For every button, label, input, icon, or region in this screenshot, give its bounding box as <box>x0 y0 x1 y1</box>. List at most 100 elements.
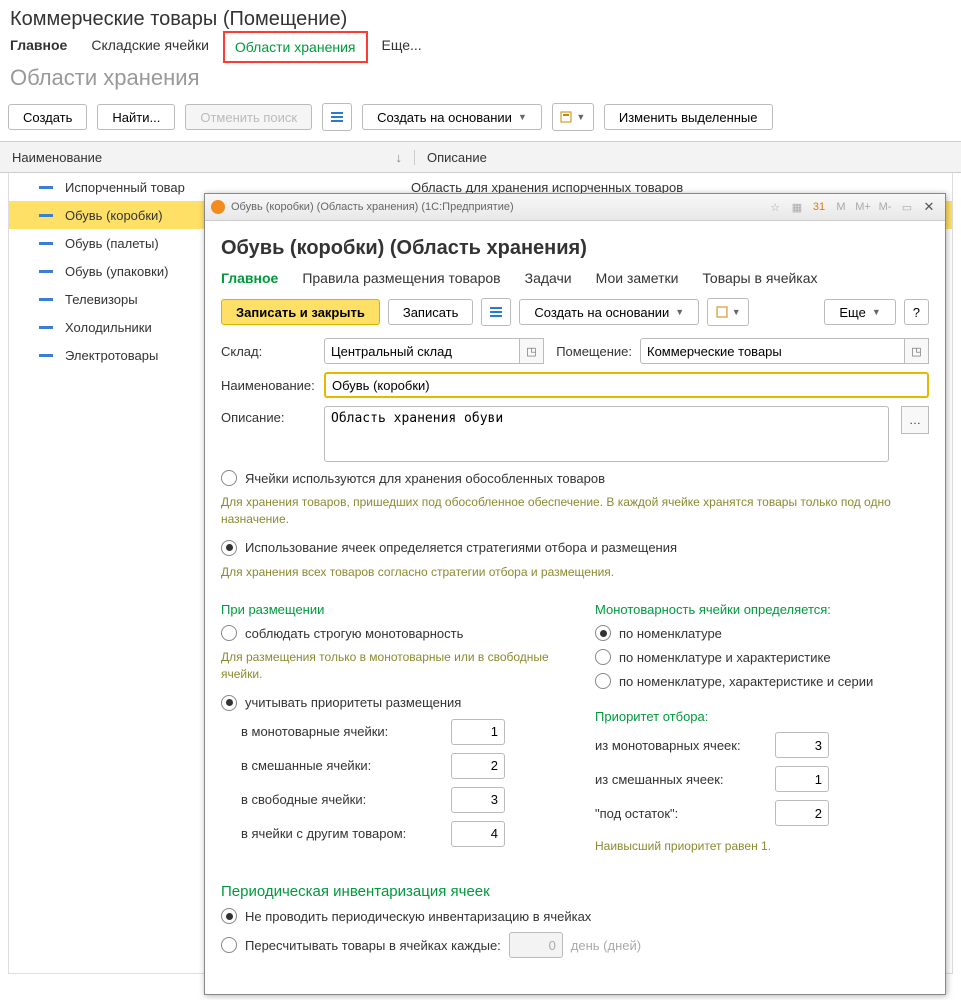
radio-isolated[interactable]: Ячейки используются для хранения обособл… <box>221 470 929 486</box>
radio-icon <box>221 540 237 556</box>
open-warehouse-icon[interactable]: ◳ <box>520 338 544 364</box>
cancel-search-button[interactable]: Отменить поиск <box>185 104 312 130</box>
grid-icon[interactable]: ▦ <box>787 197 807 217</box>
radio-no-inventory[interactable]: Не проводить периодическую инвентаризаци… <box>221 908 929 924</box>
list-icon[interactable] <box>481 298 511 326</box>
dtab-notes[interactable]: Мои заметки <box>596 270 679 286</box>
warehouse-input[interactable] <box>324 338 520 364</box>
pick-note: Наивысший приоритет равен 1. <box>595 838 929 855</box>
dtab-goods[interactable]: Товары в ячейках <box>702 270 817 286</box>
report-icon[interactable]: ▼ <box>552 103 594 131</box>
tab-main[interactable]: Главное <box>10 37 67 57</box>
tab-cells[interactable]: Складские ячейки <box>91 37 209 57</box>
pick-remainder-input[interactable] <box>775 800 829 826</box>
dialog-toolbar: Записать и закрыть Записать Создать на о… <box>221 298 929 326</box>
create-button[interactable]: Создать <box>8 104 87 130</box>
more-button[interactable]: Еще▼ <box>824 299 895 325</box>
prio-mono-input[interactable] <box>451 719 505 745</box>
report-icon[interactable]: ▼ <box>707 298 749 326</box>
dialog-titlebar[interactable]: Обувь (коробки) (Область хранения) (1С:П… <box>205 194 945 221</box>
th-name[interactable]: Наименование↓ <box>0 150 415 165</box>
desc-expand-button[interactable]: … <box>901 406 929 434</box>
placement-head: При размещении <box>221 602 555 617</box>
item-icon <box>39 214 53 217</box>
save-close-button[interactable]: Записать и закрыть <box>221 299 380 325</box>
pick-mixed-input[interactable] <box>775 766 829 792</box>
th-desc[interactable]: Описание <box>415 150 499 165</box>
storage-area-dialog: Обувь (коробки) (Область хранения) (1С:П… <box>204 193 946 995</box>
item-icon <box>39 354 53 357</box>
radio-icon <box>595 625 611 641</box>
pick-remainder-label: "под остаток": <box>595 806 765 821</box>
change-selected-button[interactable]: Изменить выделенные <box>604 104 773 130</box>
item-icon <box>39 270 53 273</box>
radio-icon <box>221 470 237 486</box>
note-strict-mono: Для размещения только в монотоварные или… <box>221 649 555 683</box>
prio-free-input[interactable] <box>451 787 505 813</box>
radio-recount[interactable]: Пересчитывать товары в ячейках каждые: д… <box>221 932 929 958</box>
radio-icon <box>221 908 237 924</box>
prio-mixed-input[interactable] <box>451 753 505 779</box>
desc-input[interactable] <box>324 406 889 462</box>
radio-icon <box>595 649 611 665</box>
note-strategy: Для хранения всех товаров согласно страт… <box>221 564 929 581</box>
radio-strict-mono[interactable]: соблюдать строгую монотоварность <box>221 625 555 641</box>
memory-mminus-icon[interactable]: M- <box>875 197 895 217</box>
radio-mono-nomchar[interactable]: по номенклатуре и характеристике <box>595 649 929 665</box>
room-input[interactable] <box>640 338 905 364</box>
name-input[interactable] <box>324 372 929 398</box>
warehouse-label: Склад: <box>221 344 316 359</box>
item-icon <box>39 186 53 189</box>
radio-icon <box>221 625 237 641</box>
tab-more[interactable]: Еще... <box>382 37 422 57</box>
mono-head: Монотоварность ячейки определяется: <box>595 602 929 617</box>
memory-mplus-icon[interactable]: M+ <box>853 197 873 217</box>
main-toolbar: Создать Найти... Отменить поиск Создать … <box>0 99 961 141</box>
dtab-tasks[interactable]: Задачи <box>525 270 572 286</box>
table-header: Наименование↓ Описание <box>0 141 961 173</box>
radio-icon <box>221 695 237 711</box>
star-icon[interactable]: ☆ <box>765 197 785 217</box>
dialog-tabs: Главное Правила размещения товаров Задач… <box>221 270 929 286</box>
sort-arrow-icon: ↓ <box>396 150 403 165</box>
prio-other-label: в ячейки с другим товаром: <box>221 826 441 841</box>
note-isolated: Для хранения товаров, пришедших под обос… <box>221 494 929 528</box>
dtab-rules[interactable]: Правила размещения товаров <box>302 270 500 286</box>
prio-other-input[interactable] <box>451 821 505 847</box>
create-based-button[interactable]: Создать на основании▼ <box>362 104 542 130</box>
room-label: Помещение: <box>552 344 632 359</box>
calendar-icon[interactable]: 31 <box>809 197 829 217</box>
radio-mono-nomcharseries[interactable]: по номенклатуре, характеристике и серии <box>595 673 929 689</box>
find-button[interactable]: Найти... <box>97 104 175 130</box>
radio-icon <box>221 937 237 953</box>
window-title: Обувь (коробки) (Область хранения) (1С:П… <box>231 201 514 213</box>
prio-mono-label: в монотоварные ячейки: <box>221 724 441 739</box>
memory-m-icon[interactable]: M <box>831 197 851 217</box>
radio-icon <box>595 673 611 689</box>
open-room-icon[interactable]: ◳ <box>905 338 929 364</box>
name-label: Наименование: <box>221 378 316 393</box>
minimize-icon[interactable]: ▭ <box>897 197 917 217</box>
inventory-head: Периодическая инвентаризация ячеек <box>221 883 929 900</box>
page-title: Коммерческие товары (Помещение) <box>0 0 961 37</box>
days-suffix: день (дней) <box>571 938 641 953</box>
save-button[interactable]: Записать <box>388 299 474 325</box>
subtitle: Области хранения <box>0 65 961 99</box>
dtab-main[interactable]: Главное <box>221 270 278 286</box>
radio-strategy[interactable]: Использование ячеек определяется стратег… <box>221 540 929 556</box>
pick-mono-label: из монотоварных ячеек: <box>595 738 765 753</box>
list-mode-icon[interactable] <box>322 103 352 131</box>
close-icon[interactable]: ✕ <box>919 197 939 217</box>
radio-priority[interactable]: учитывать приоритеты размещения <box>221 695 555 711</box>
pick-head: Приоритет отбора: <box>595 709 929 724</box>
pick-mono-input[interactable] <box>775 732 829 758</box>
help-button[interactable]: ? <box>904 299 929 325</box>
radio-mono-nom[interactable]: по номенклатуре <box>595 625 929 641</box>
tab-storage-areas[interactable]: Области хранения <box>235 39 356 55</box>
prio-free-label: в свободные ячейки: <box>221 792 441 807</box>
item-icon <box>39 298 53 301</box>
dialog-title: Обувь (коробки) (Область хранения) <box>221 237 929 260</box>
create-based-button[interactable]: Создать на основании▼ <box>519 299 699 325</box>
days-input <box>509 932 563 958</box>
prio-mixed-label: в смешанные ячейки: <box>221 758 441 773</box>
